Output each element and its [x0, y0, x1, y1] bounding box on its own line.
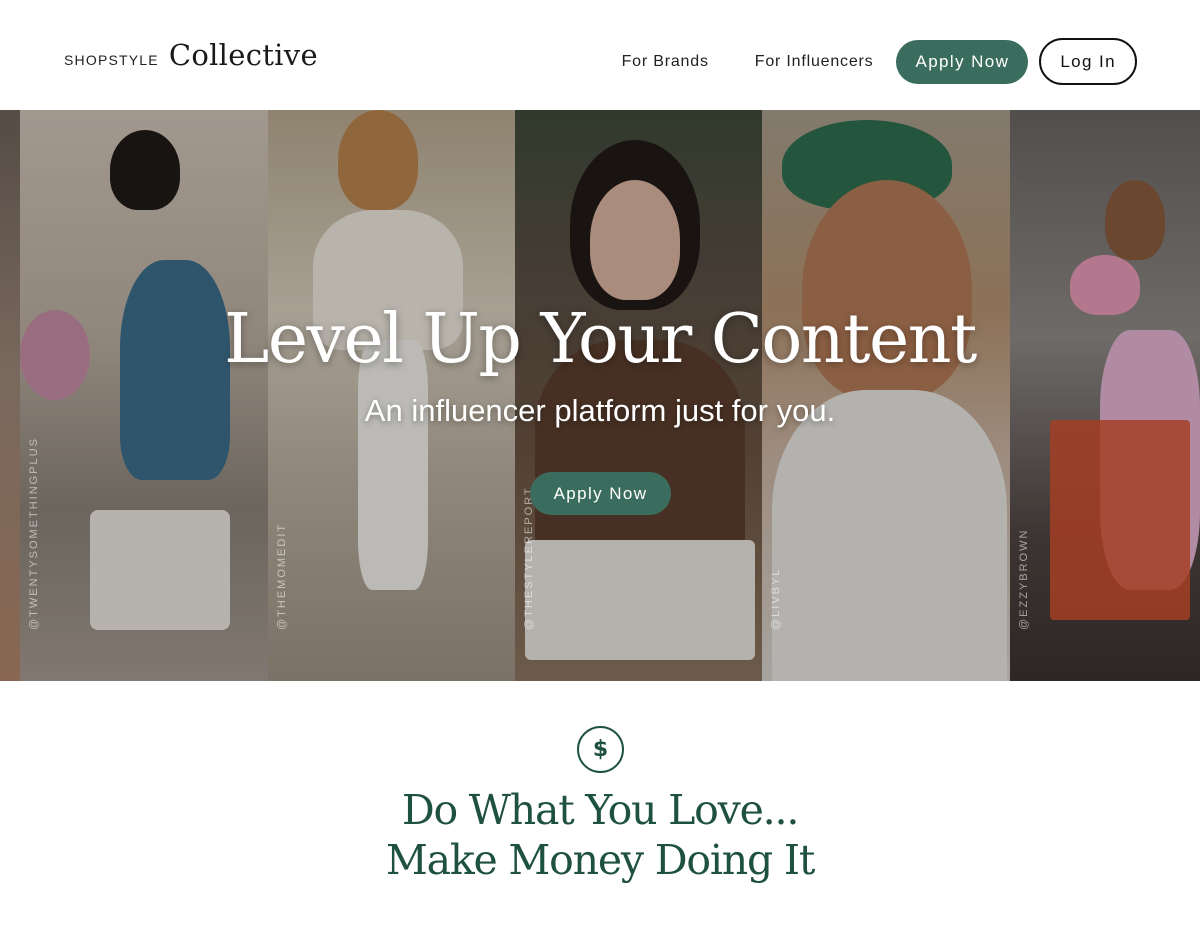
hero-photo-3-handle: @THESTYLEREPORT [523, 486, 535, 630]
hero-photo-5-handle: @EZZYBROWN [1018, 528, 1030, 630]
dollar-icon: $ [577, 726, 624, 773]
logo-collective: Collective [168, 38, 318, 72]
header-apply-now-button[interactable]: Apply Now [896, 39, 1029, 84]
logo-shopstyle: SHOPSTYLE [64, 52, 159, 68]
hero-subtitle: An influencer platform just for you. [364, 393, 836, 428]
hero-photo-2-handle: @THEMOMEDIT [276, 522, 288, 630]
log-in-button[interactable]: Log In [1039, 38, 1137, 85]
hero-title: Level Up Your Content [224, 300, 977, 379]
site-header: SHOPSTYLE Collective For Brands For Infl… [0, 0, 1200, 110]
nav-for-brands[interactable]: For Brands [622, 53, 709, 71]
hero-photo-4-handle: @LIVBYL [770, 567, 782, 630]
logo[interactable]: SHOPSTYLE Collective [64, 38, 318, 72]
hero-banner: @TWENTYSOMETHINGPLUS @THEMOMEDIT @THESTY… [0, 110, 1200, 681]
hero-apply-now-button[interactable]: Apply Now [530, 472, 671, 515]
tagline-line-2: Make Money Doing It [385, 836, 816, 884]
main-nav: For Brands For Influencers Apply Now Log… [622, 38, 1137, 85]
nav-for-influencers[interactable]: For Influencers [755, 53, 874, 71]
dollar-glyph: $ [592, 737, 609, 762]
tagline-line-1: Do What You Love... [401, 786, 800, 834]
hero-photo-1-handle: @TWENTYSOMETHINGPLUS [28, 437, 40, 630]
